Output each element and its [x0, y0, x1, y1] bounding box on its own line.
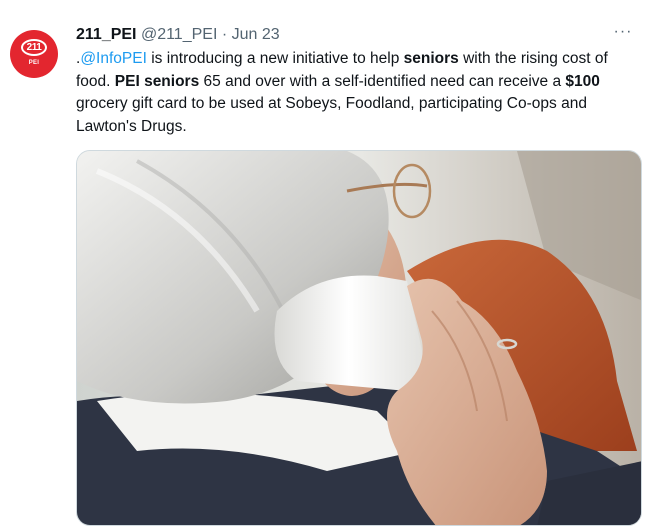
text-part-1: is introducing a new initiative to help [146, 50, 404, 67]
text-part-3: 65 and over with a self-identified need … [199, 72, 566, 90]
photo-illustration [77, 151, 641, 525]
mention-link[interactable]: @InfoPEI [80, 50, 147, 67]
text-bold-1: seniors [403, 50, 459, 67]
avatar-logo-sub: PEI [28, 60, 40, 66]
user-handle[interactable]: @211_PEI [141, 26, 217, 43]
avatar-logo-text: 211 [21, 39, 47, 56]
display-name[interactable]: 211_PEI [76, 26, 137, 43]
tweet[interactable]: 211 PEI 211_PEI @211_PEI · Jun 23 ··· .@… [0, 0, 650, 532]
tweet-date[interactable]: Jun 23 [232, 26, 280, 43]
text-bold-2: PEI seniors [114, 72, 200, 90]
text-bold-3: $100 [565, 72, 600, 90]
tweet-text: .@InfoPEI is introducing a new initiativ… [76, 48, 642, 138]
more-options-icon[interactable]: ··· [612, 24, 634, 46]
text-part-4: grocery gift card to be used at Sobeys, … [76, 95, 587, 135]
tweet-header: 211_PEI @211_PEI · Jun 23 [76, 24, 280, 46]
tweet-photo[interactable] [76, 150, 642, 526]
avatar[interactable]: 211 PEI [10, 30, 58, 78]
header-separator: · [221, 26, 228, 43]
